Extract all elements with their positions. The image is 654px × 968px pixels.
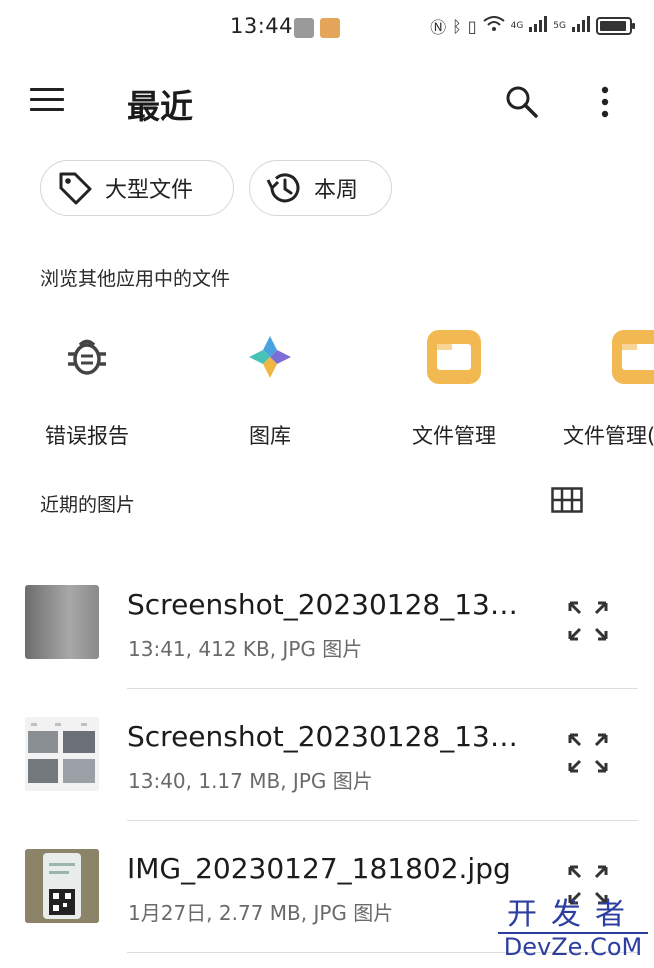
- menu-icon[interactable]: [30, 88, 64, 116]
- chip-label: 本周: [314, 178, 359, 203]
- bluetooth-icon: ᛒ: [452, 16, 462, 36]
- status-bar: 13:44 Ⓝ ᛒ ▯ 4G 5G: [0, 0, 654, 58]
- app-item-gallery[interactable]: 图库: [200, 328, 340, 450]
- file-name: IMG_20230127_181802.jpg: [127, 852, 511, 885]
- app-label: 图库: [249, 424, 291, 448]
- chip-large-files[interactable]: 大型文件: [40, 160, 234, 216]
- app-label: 文件管理: [412, 424, 496, 448]
- file-name: Screenshot_20230128_13…: [127, 588, 518, 621]
- file-thumbnail: [25, 717, 99, 791]
- file-thumbnail: [25, 585, 99, 659]
- expand-icon[interactable]: [566, 599, 610, 643]
- wifi-icon: [482, 16, 505, 36]
- expand-icon[interactable]: [566, 731, 610, 775]
- notification-app-icon: [320, 18, 340, 38]
- grid-view-icon[interactable]: [551, 487, 583, 513]
- signal-icon: [572, 16, 590, 36]
- file-thumbnail: [25, 849, 99, 923]
- app-label: 文件管理(: [563, 424, 654, 448]
- more-vert-icon[interactable]: [590, 84, 620, 120]
- notification-app-icon: [294, 18, 314, 38]
- app-item-bug-report[interactable]: 错误报告: [17, 328, 157, 450]
- watermark-line2: DevZe.CoM: [498, 932, 648, 960]
- status-time: 13:44: [230, 14, 294, 38]
- file-meta: 13:40, 1.17 MB, JPG 图片: [128, 769, 373, 793]
- file-name: Screenshot_20230128_13…: [127, 720, 518, 753]
- chip-label: 大型文件: [105, 178, 194, 203]
- watermark: 开发者 DevZe.CoM: [498, 898, 648, 960]
- battery-icon: [596, 17, 635, 35]
- vibrate-icon: ▯: [467, 16, 477, 36]
- divider: [127, 688, 638, 689]
- browse-section-title: 浏览其他应用中的文件: [40, 268, 231, 290]
- file-manager-icon: [425, 328, 483, 386]
- watermark-line1: 开发者: [507, 897, 639, 932]
- history-icon: [264, 168, 304, 208]
- tag-icon: [55, 168, 95, 208]
- page-title: 最近: [127, 87, 193, 126]
- app-item-file-manager[interactable]: 文件管理: [384, 328, 524, 450]
- nfc-icon: Ⓝ: [430, 18, 447, 37]
- app-label: 错误报告: [45, 424, 129, 448]
- file-row[interactable]: Screenshot_20230128_13… 13:41, 412 KB, J…: [0, 560, 654, 692]
- network-type-label: 5G: [553, 21, 566, 31]
- status-notification-icons: [294, 18, 340, 38]
- file-meta: 1月27日, 2.77 MB, JPG 图片: [128, 901, 394, 925]
- file-row[interactable]: Screenshot_20230128_13… 13:40, 1.17 MB, …: [0, 692, 654, 824]
- divider: [127, 820, 638, 821]
- top-app-bar: 最近: [0, 70, 654, 134]
- gallery-icon: [241, 328, 299, 386]
- status-indicators: Ⓝ ᛒ ▯ 4G 5G: [430, 14, 635, 38]
- network-type-label: 4G: [510, 21, 524, 31]
- file-manager-icon: [610, 328, 654, 386]
- bug-icon: [58, 328, 116, 386]
- chip-this-week[interactable]: 本周: [249, 160, 392, 216]
- signal-icon: [529, 16, 548, 36]
- search-icon[interactable]: [504, 84, 540, 120]
- file-meta: 13:41, 412 KB, JPG 图片: [128, 637, 363, 661]
- recent-images-title: 近期的图片: [40, 494, 136, 516]
- app-item-file-manager-2[interactable]: 文件管理(: [563, 328, 654, 450]
